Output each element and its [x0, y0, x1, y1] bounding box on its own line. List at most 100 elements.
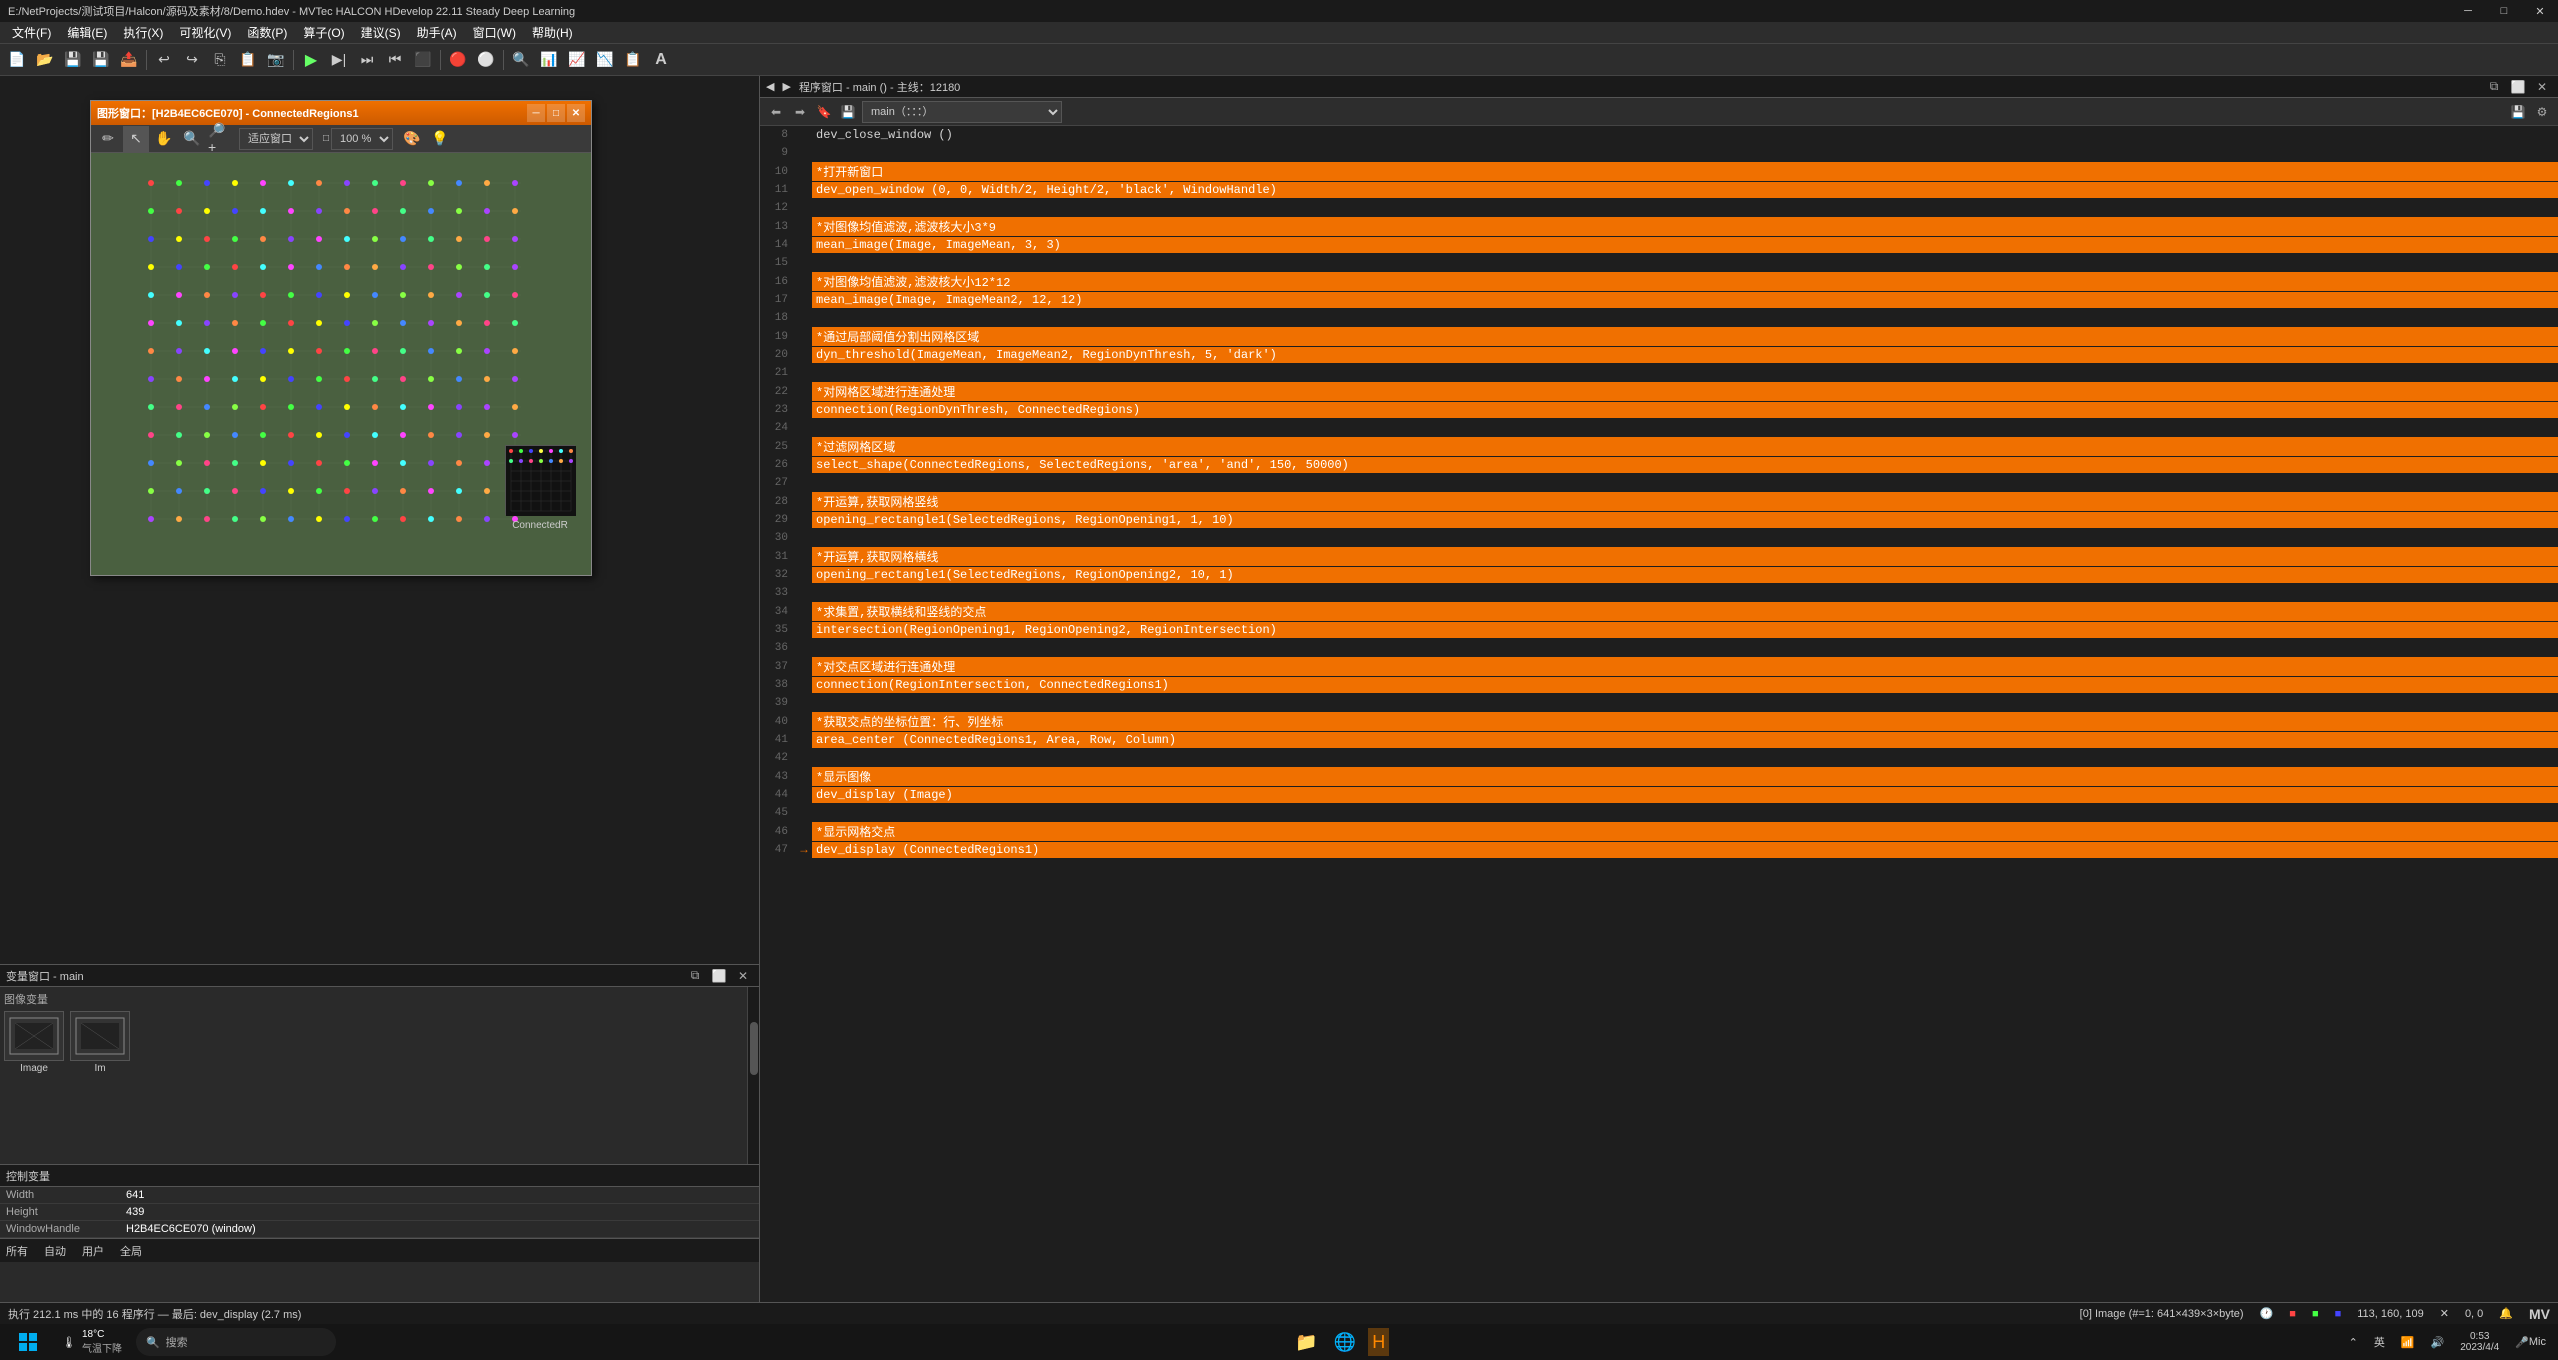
float-pan-btn[interactable]: ✋: [151, 126, 177, 152]
code-line-41[interactable]: 41area_center (ConnectedRegions1, Area, …: [760, 731, 2558, 749]
new-button[interactable]: 📄: [4, 47, 30, 73]
float-window-titlebar[interactable]: 图形窗口：[H2B4EC6CE070] - ConnectedRegions1 …: [91, 101, 591, 125]
code-line-44[interactable]: 44dev_display (Image): [760, 786, 2558, 804]
menu-item-file[interactable]: 文件(F): [4, 22, 59, 43]
font-button[interactable]: A: [648, 47, 674, 73]
run-to-button[interactable]: ▶|: [326, 47, 352, 73]
float-zoomin-btn[interactable]: 🔎+: [207, 126, 233, 152]
code-float-icon[interactable]: ⧉: [2484, 77, 2504, 97]
code-line-17[interactable]: 17mean_image(Image, ImageMean2, 12, 12): [760, 291, 2558, 309]
menu-item-assistant[interactable]: 助手(A): [409, 22, 465, 43]
menu-item-help[interactable]: 帮助(H): [524, 22, 581, 43]
taskbar-app-orange[interactable]: H: [1368, 1328, 1389, 1356]
menu-item-functions[interactable]: 函数(P): [239, 22, 295, 43]
menu-item-execute[interactable]: 执行(X): [115, 22, 171, 43]
code-lines-scroll[interactable]: 8dev_close_window ()910*打开新窗口11dev_open_…: [760, 126, 2558, 1324]
start-button[interactable]: [8, 1328, 48, 1356]
code-line-21[interactable]: 21: [760, 364, 2558, 382]
code-line-16[interactable]: 16*对图像均值滤波,滤波核大小12*12: [760, 272, 2558, 291]
taskbar-edge[interactable]: 🌐: [1330, 1328, 1360, 1356]
undo-button[interactable]: ↩: [151, 47, 177, 73]
code-line-9[interactable]: 9: [760, 144, 2558, 162]
export-button[interactable]: 📤: [116, 47, 142, 73]
var-scrollbar[interactable]: [747, 987, 759, 1164]
code-expand-icon[interactable]: ⬜: [2508, 77, 2528, 97]
clear-break-button[interactable]: ⚪: [473, 47, 499, 73]
run-button[interactable]: ▶: [298, 47, 324, 73]
taskbar-datetime[interactable]: 0:53 2023/4/4: [2456, 1328, 2503, 1356]
code-line-33[interactable]: 33: [760, 584, 2558, 602]
code-close-icon[interactable]: ✕: [2532, 77, 2552, 97]
code-line-13[interactable]: 13*对图像均值滤波,滤波核大小3*9: [760, 217, 2558, 236]
code-line-22[interactable]: 22*对网格区域进行连通处理: [760, 382, 2558, 401]
ctrl-all-btn[interactable]: 所有: [6, 1243, 28, 1259]
float-select-btn[interactable]: ↖: [123, 126, 149, 152]
float-minimize-btn[interactable]: ─: [527, 104, 545, 122]
code-line-39[interactable]: 39: [760, 694, 2558, 712]
save-button[interactable]: 💾: [60, 47, 86, 73]
chart-button[interactable]: 📊: [536, 47, 562, 73]
menu-item-visual[interactable]: 可视化(V): [171, 22, 239, 43]
float-expand-btn[interactable]: □: [547, 104, 565, 122]
taskbar-search[interactable]: 🔍 搜索: [136, 1328, 336, 1356]
code-line-10[interactable]: 10*打开新窗口: [760, 162, 2558, 181]
code-line-47[interactable]: 47→dev_display (ConnectedRegions1): [760, 841, 2558, 859]
step-back-button[interactable]: ⏮: [382, 47, 408, 73]
code-line-36[interactable]: 36: [760, 639, 2558, 657]
ctrl-auto-btn[interactable]: 自动: [44, 1243, 66, 1259]
taskbar-volume[interactable]: 🔊: [2427, 1328, 2449, 1356]
minimize-button[interactable]: ─: [2450, 0, 2486, 22]
float-close-btn[interactable]: ✕: [567, 104, 585, 122]
menu-item-suggestions[interactable]: 建议(S): [353, 22, 409, 43]
code-line-8[interactable]: 8dev_close_window (): [760, 126, 2558, 144]
taskbar-tray-icons[interactable]: ⌃: [2345, 1328, 2362, 1356]
code-line-12[interactable]: 12: [760, 199, 2558, 217]
code-line-34[interactable]: 34*求集置,获取横线和竖线的交点: [760, 602, 2558, 621]
code-line-42[interactable]: 42: [760, 749, 2558, 767]
stop-button[interactable]: ⬛: [410, 47, 436, 73]
float-zoom-btn[interactable]: 🔍: [179, 126, 205, 152]
menu-item-window[interactable]: 窗口(W): [465, 22, 524, 43]
code-line-45[interactable]: 45: [760, 804, 2558, 822]
step-button[interactable]: ⏭: [354, 47, 380, 73]
search-button[interactable]: 🔍: [508, 47, 534, 73]
var-item-image[interactable]: Image: [4, 1011, 64, 1074]
taskbar-weather[interactable]: 🌡 18°C 气温下降: [52, 1328, 132, 1356]
code-line-38[interactable]: 38connection(RegionIntersection, Connect…: [760, 676, 2558, 694]
var-close-icon[interactable]: ✕: [733, 966, 753, 986]
float-draw-btn[interactable]: ✏: [95, 126, 121, 152]
code-line-27[interactable]: 27: [760, 474, 2558, 492]
float-bright-btn[interactable]: 💡: [427, 126, 453, 152]
code-settings-icon[interactable]: ⚙: [2532, 102, 2552, 122]
code-line-26[interactable]: 26select_shape(ConnectedRegions, Selecte…: [760, 456, 2558, 474]
code-line-46[interactable]: 46*显示网格交点: [760, 822, 2558, 841]
taskbar-lang[interactable]: 英: [2370, 1328, 2389, 1356]
code-header-forward[interactable]: ▶: [782, 80, 790, 93]
code-line-23[interactable]: 23connection(RegionDynThresh, ConnectedR…: [760, 401, 2558, 419]
code-line-24[interactable]: 24: [760, 419, 2558, 437]
code-line-18[interactable]: 18: [760, 309, 2558, 327]
code-line-30[interactable]: 30: [760, 529, 2558, 547]
code-line-25[interactable]: 25*过滤网格区域: [760, 437, 2558, 456]
code-line-20[interactable]: 20dyn_threshold(ImageMean, ImageMean2, R…: [760, 346, 2558, 364]
taskbar-network[interactable]: 📶: [2397, 1328, 2419, 1356]
code-line-11[interactable]: 11dev_open_window (0, 0, Width/2, Height…: [760, 181, 2558, 199]
code-nav-forward[interactable]: ➡: [790, 102, 810, 122]
taskbar-mic[interactable]: 🎤 Mic: [2511, 1328, 2550, 1356]
menu-item-edit[interactable]: 编辑(E): [59, 22, 115, 43]
code-function-select[interactable]: main（：：：）: [862, 101, 1062, 123]
code-line-19[interactable]: 19*通过局部阈值分割出网格区域: [760, 327, 2558, 346]
code-bookmark[interactable]: 🔖: [814, 102, 834, 122]
close-button[interactable]: ✕: [2522, 0, 2558, 22]
float-color-btn[interactable]: 🎨: [399, 126, 425, 152]
code-line-14[interactable]: 14mean_image(Image, ImageMean, 3, 3): [760, 236, 2558, 254]
camera-button[interactable]: 📷: [263, 47, 289, 73]
code-line-35[interactable]: 35intersection(RegionOpening1, RegionOpe…: [760, 621, 2558, 639]
save-as-button[interactable]: 💾: [88, 47, 114, 73]
float-fit-select[interactable]: 适应窗口: [239, 128, 313, 150]
code-nav-back[interactable]: ⬅: [766, 102, 786, 122]
maximize-button[interactable]: □: [2486, 0, 2522, 22]
code-header-back[interactable]: ◀: [766, 80, 774, 93]
code-line-31[interactable]: 31*开运算,获取网格横线: [760, 547, 2558, 566]
redo-button[interactable]: ↪: [179, 47, 205, 73]
